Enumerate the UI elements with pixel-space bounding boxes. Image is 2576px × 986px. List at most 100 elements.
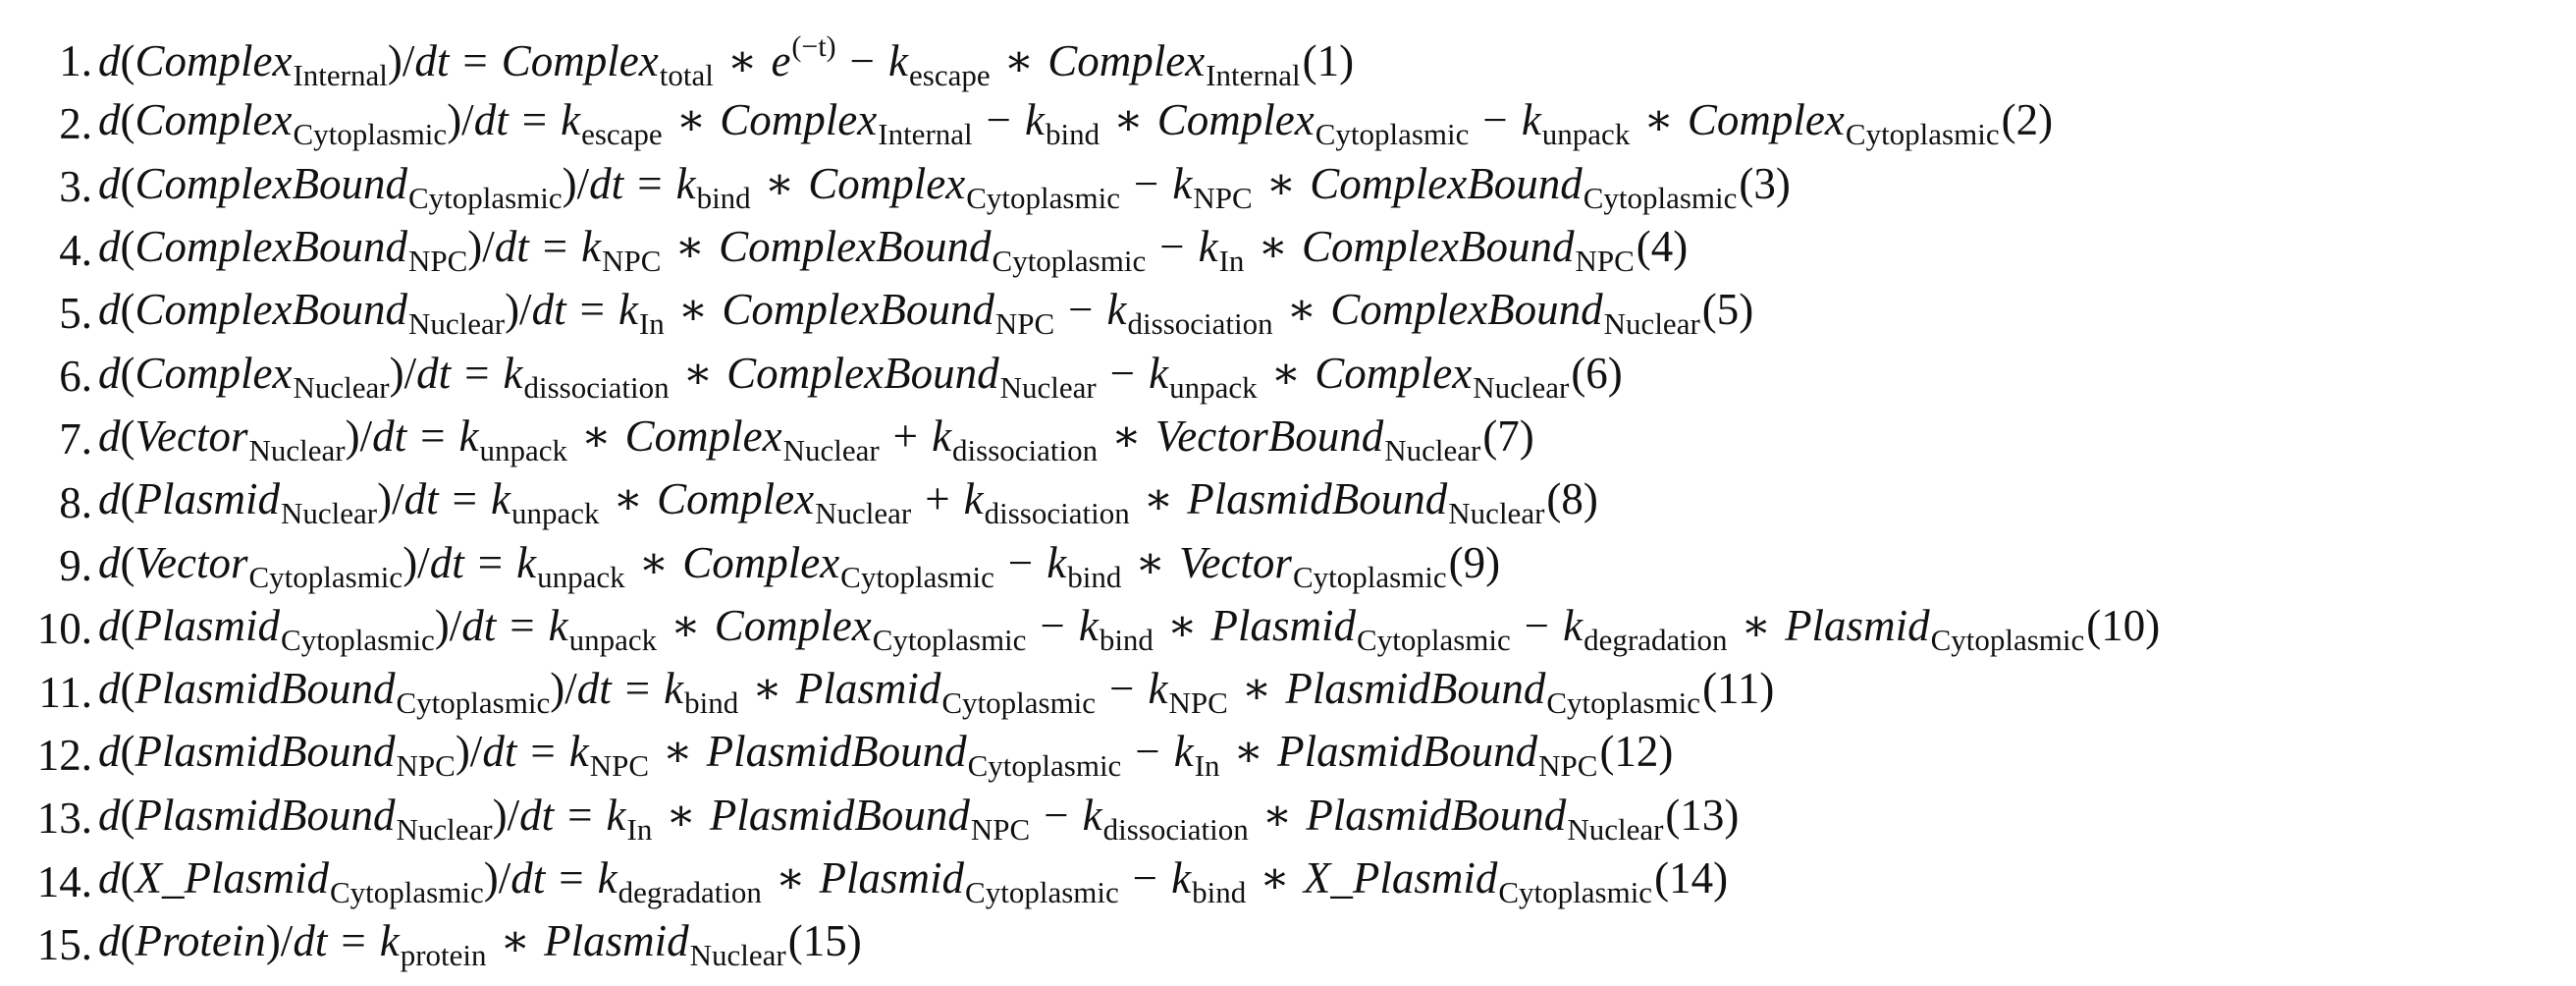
equation-row: 9. d(VectorCytoplasmic)/dt = kunpack ∗ Comple… <box>0 534 2576 597</box>
equation-tag: (11) <box>1702 664 1775 714</box>
equation-number: 3. <box>59 162 92 212</box>
math-delimiter: )/ <box>492 790 520 840</box>
math-symbol: PlasmidBound <box>1277 727 1538 777</box>
math-subscript: unpack <box>1169 369 1258 405</box>
equation-list: 1. d(ComplexInternal)/dt = Complextotal ∗ e(−… <box>0 29 2576 976</box>
math-subscript: Cytoplasmic <box>1292 559 1447 594</box>
math-operator: ∗ <box>1261 790 1293 840</box>
equation-number: 11. <box>38 667 92 717</box>
math-symbol: k <box>581 222 602 272</box>
math-subscript: Nuclear <box>1567 811 1664 847</box>
math-subscript: NPC <box>602 244 662 279</box>
math-operator: = <box>420 411 446 461</box>
equation-number: 5. <box>59 288 92 338</box>
math-symbol: k <box>1025 95 1046 145</box>
math-operator: = <box>559 853 584 903</box>
math-operator: = <box>477 537 504 587</box>
math-symbol: k <box>1149 348 1169 398</box>
equation-number: 15. <box>36 919 92 969</box>
math-operator: = <box>462 35 488 85</box>
math-symbol: dt <box>372 411 407 461</box>
math-symbol: Plasmid <box>134 600 281 650</box>
math-subscript: In <box>1194 748 1220 784</box>
math-subscript: Cytoplasmic <box>1357 622 1511 657</box>
math-operator: ∗ <box>1143 474 1174 524</box>
math-symbol: dt <box>576 664 612 714</box>
math-symbol: k <box>1173 727 1194 777</box>
equation-row: 2. d(ComplexCytoplasmic)/dt = kescape ∗ Compl… <box>0 92 2576 155</box>
math-symbol: Vector <box>1178 537 1292 587</box>
equation-tag: (10) <box>2086 600 2161 650</box>
math-subscript: Internal <box>293 57 388 92</box>
math-delimiter: )/ <box>434 600 462 650</box>
math-subscript: unpack <box>511 496 600 531</box>
math-operator: ∗ <box>581 411 612 461</box>
equation-expression: d(ComplexBoundNuclear)/dt = kIn ∗ ComplexBou… <box>98 285 1753 340</box>
math-symbol: Complex <box>720 95 878 145</box>
math-symbol: k <box>1082 790 1102 840</box>
math-subscript: unpack <box>568 622 658 657</box>
math-delimiter: )/ <box>265 916 294 966</box>
math-subscript: dissociation <box>984 496 1130 531</box>
math-operator: = <box>452 474 478 524</box>
math-operator: ∗ <box>675 95 707 145</box>
equation-row: 7. d(VectorNuclear)/dt = kunpack ∗ ComplexNuc… <box>0 409 2576 471</box>
math-subscript: Nuclear <box>281 496 378 531</box>
equation-tag: (6) <box>1571 348 1623 398</box>
math-subscript: degradation <box>1583 622 1728 657</box>
math-subscript: Nuclear <box>689 938 786 973</box>
math-operator: = <box>567 790 593 840</box>
math-subscript: unpack <box>537 559 625 594</box>
equation-row: 10. d(PlasmidCytoplasmic)/dt = kunpack ∗ Comp… <box>0 598 2576 661</box>
math-subscript: Internal <box>1206 57 1301 92</box>
math-subscript: dissociation <box>523 369 670 405</box>
math-subscript: Cytoplasmic <box>1930 622 2085 657</box>
math-symbol: d <box>98 411 121 461</box>
math-subscript: bind <box>1099 622 1154 657</box>
equation-row: 1. d(ComplexInternal)/dt = Complextotal ∗ e(−… <box>0 29 2576 92</box>
math-operator: ∗ <box>1135 537 1165 587</box>
equation-tag: (13) <box>1665 790 1740 840</box>
math-delimiter: )/ <box>402 537 430 587</box>
math-subscript: NPC <box>1575 244 1635 279</box>
math-symbol: Complex <box>1687 95 1845 145</box>
math-subscript: Cytoplasmic <box>407 180 563 215</box>
equation-row: 5. d(ComplexBoundNuclear)/dt = kIn ∗ ComplexB… <box>0 282 2576 345</box>
math-delimiter: )/ <box>562 158 590 208</box>
math-delimiter: )/ <box>550 664 577 714</box>
math-symbol: dt <box>414 35 450 85</box>
equation-expression: d(ComplexInternal)/dt = Complextotal ∗ e(−t)… <box>98 31 1354 92</box>
math-operator: ∗ <box>1286 285 1317 335</box>
math-subscript: Nuclear <box>1473 369 1570 405</box>
math-symbol: Plasmid <box>819 853 965 903</box>
math-symbol: Vector <box>134 537 248 587</box>
equation-expression: d(PlasmidCytoplasmic)/dt = kunpack ∗ Complex… <box>98 600 2161 657</box>
math-operator: − <box>1159 222 1185 272</box>
math-operator: ∗ <box>671 600 701 650</box>
math-delimiter: ( <box>120 474 135 524</box>
math-symbol: k <box>1521 95 1541 145</box>
math-subscript: NPC <box>1538 748 1598 784</box>
math-delimiter: ( <box>120 727 135 777</box>
equation-tag: (15) <box>787 916 862 966</box>
math-symbol: k <box>561 95 581 145</box>
math-operator: − <box>1133 158 1159 208</box>
math-operator: ∗ <box>638 537 670 587</box>
equation-row: 8. d(PlasmidNuclear)/dt = kunpack ∗ ComplexNu… <box>0 471 2576 534</box>
math-symbol: Plasmid <box>1785 600 1930 650</box>
math-subscript: NPC <box>1168 685 1228 721</box>
math-operator: − <box>1135 727 1160 777</box>
math-subscript: Cytoplasmic <box>965 875 1119 909</box>
math-subscript: Nuclear <box>248 432 346 467</box>
equation-tag: (12) <box>1599 727 1674 777</box>
math-symbol: d <box>98 600 121 650</box>
math-operator: ∗ <box>726 35 758 85</box>
equation-row: 3. d(ComplexBoundCytoplasmic)/dt = kbind ∗ Co… <box>0 156 2576 219</box>
math-operator: ∗ <box>1741 600 1772 650</box>
math-operator: − <box>1482 95 1508 145</box>
math-symbol: d <box>98 285 121 335</box>
math-symbol: e <box>771 35 791 85</box>
math-symbol: k <box>606 790 626 840</box>
equation-number: 9. <box>59 541 92 591</box>
equation-tag: (2) <box>2001 95 2054 145</box>
